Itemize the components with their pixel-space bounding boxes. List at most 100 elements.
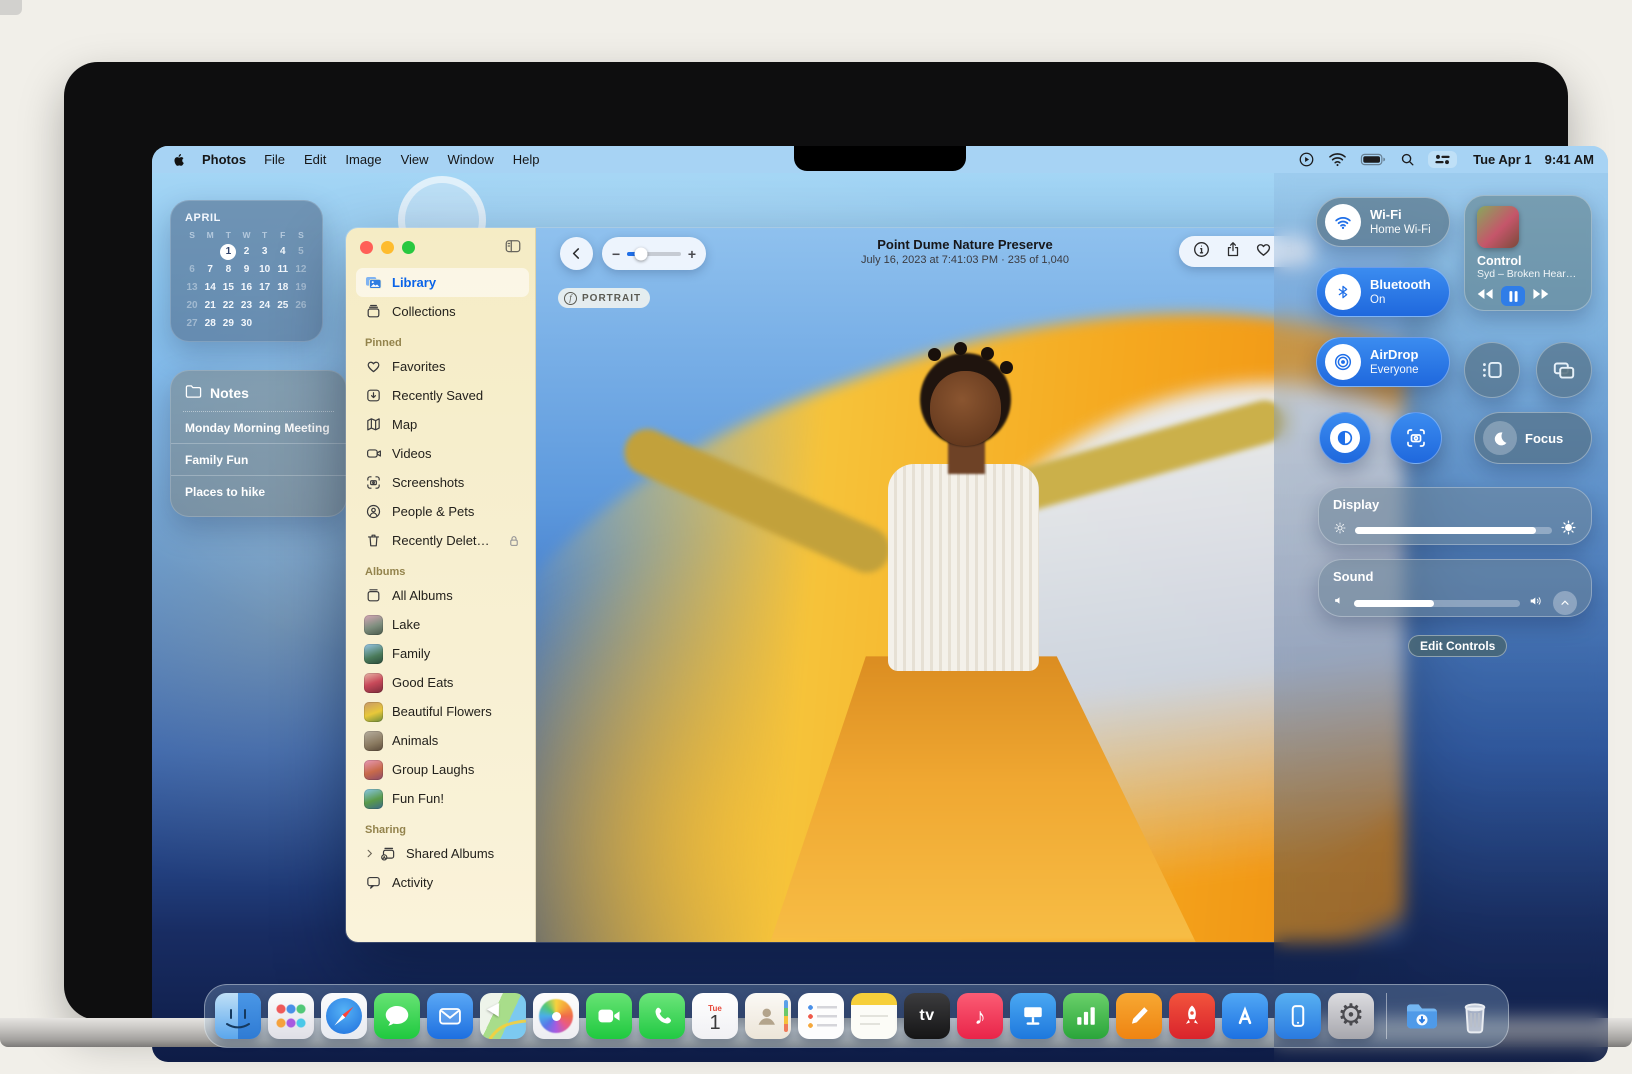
dock-phone[interactable] xyxy=(639,993,685,1039)
edit-controls-button[interactable]: Edit Controls xyxy=(1408,635,1507,657)
calendar-day-19[interactable]: 19 xyxy=(292,279,310,296)
focus-control[interactable]: Focus xyxy=(1474,412,1592,464)
dock-launchpad[interactable] xyxy=(268,993,314,1039)
sidebar-item-people-pets[interactable]: People & Pets xyxy=(356,497,529,526)
calendar-day-12[interactable]: 12 xyxy=(292,261,310,278)
dock-messages[interactable] xyxy=(374,993,420,1039)
sidebar-item-library[interactable]: Library xyxy=(356,268,529,297)
menu-file[interactable]: File xyxy=(264,152,285,167)
stage-manager-button[interactable] xyxy=(1464,342,1520,398)
sound-volume-slider[interactable] xyxy=(1354,600,1520,607)
dock-rocket[interactable] xyxy=(1169,993,1215,1039)
calendar-day-11[interactable]: 11 xyxy=(274,261,292,278)
dock-app-store[interactable] xyxy=(1222,993,1268,1039)
airdrop-control[interactable]: AirDrop Everyone xyxy=(1316,337,1450,387)
menu-help[interactable]: Help xyxy=(513,152,540,167)
calendar-day-26[interactable]: 26 xyxy=(292,297,310,314)
accessibility-button[interactable] xyxy=(1319,412,1371,464)
menu-bar-date[interactable]: Tue Apr 1 xyxy=(1473,152,1532,167)
calendar-day-7[interactable]: 7 xyxy=(201,261,219,278)
active-app-name[interactable]: Photos xyxy=(202,152,246,167)
back-button[interactable] xyxy=(560,237,593,270)
menu-window[interactable]: Window xyxy=(448,152,494,167)
dock-maps[interactable] xyxy=(480,993,526,1039)
note-item-places-to-hike[interactable]: Places to hike xyxy=(171,475,346,507)
dock-trash[interactable] xyxy=(1452,993,1498,1039)
sidebar-item-collections[interactable]: Collections xyxy=(356,297,529,326)
menu-view[interactable]: View xyxy=(401,152,429,167)
favorite-heart-icon[interactable] xyxy=(1254,240,1273,264)
menu-bar-clock[interactable]: 9:41 AM xyxy=(1545,152,1594,167)
calendar-day-6[interactable]: 6 xyxy=(183,261,201,278)
sidebar-toggle-icon[interactable] xyxy=(503,237,523,260)
calendar-day-28[interactable]: 28 xyxy=(201,315,219,332)
screen-mirroring-button[interactable] xyxy=(1536,342,1592,398)
notes-widget[interactable]: Notes Monday Morning MeetingFamily FunPl… xyxy=(170,370,347,517)
display-panel[interactable]: Display xyxy=(1318,487,1592,545)
sidebar-item-videos[interactable]: Videos xyxy=(356,439,529,468)
zoom-window-button[interactable] xyxy=(402,241,415,254)
pause-button[interactable] xyxy=(1501,286,1525,306)
calendar-day-3[interactable]: 3 xyxy=(256,243,274,260)
calendar-day-5[interactable]: 5 xyxy=(292,243,310,260)
sidebar-item-beautiful-flowers[interactable]: Beautiful Flowers xyxy=(356,697,529,726)
sidebar-item-fun-fun[interactable]: Fun Fun! xyxy=(356,784,529,813)
sidebar-item-recently-delet[interactable]: Recently Delet… xyxy=(356,526,529,555)
note-item-monday-morning-meeting[interactable]: Monday Morning Meeting xyxy=(171,412,346,443)
dock-photos[interactable] xyxy=(533,993,579,1039)
sound-panel[interactable]: Sound xyxy=(1318,559,1592,617)
dock-reminders[interactable] xyxy=(798,993,844,1039)
calendar-day-14[interactable]: 14 xyxy=(201,279,219,296)
rewind-icon[interactable] xyxy=(1477,287,1494,305)
sidebar-item-recently-saved[interactable]: Recently Saved xyxy=(356,381,529,410)
now-playing-widget[interactable]: Control Syd – Broken Heart… xyxy=(1464,195,1592,311)
dock-calendar[interactable]: Tue1 xyxy=(692,993,738,1039)
share-icon[interactable] xyxy=(1224,240,1242,264)
sidebar-item-good-eats[interactable]: Good Eats xyxy=(356,668,529,697)
sidebar-item-screenshots[interactable]: Screenshots xyxy=(356,468,529,497)
calendar-day-15[interactable]: 15 xyxy=(219,279,237,296)
close-window-button[interactable] xyxy=(360,241,373,254)
calendar-day-30[interactable]: 30 xyxy=(237,315,255,332)
calendar-widget[interactable]: APRIL SMTWTFS123456789101112131415161718… xyxy=(170,200,323,342)
sound-output-button[interactable] xyxy=(1553,591,1577,615)
dock-facetime[interactable] xyxy=(586,993,632,1039)
calendar-day-8[interactable]: 8 xyxy=(219,261,237,278)
sidebar-item-group-laughs[interactable]: Group Laughs xyxy=(356,755,529,784)
dock-tv[interactable]: tv xyxy=(904,993,950,1039)
menu-image[interactable]: Image xyxy=(345,152,381,167)
dock-finder[interactable] xyxy=(215,993,261,1039)
sidebar-item-favorites[interactable]: Favorites xyxy=(356,352,529,381)
calendar-day-29[interactable]: 29 xyxy=(219,315,237,332)
chevron-right-icon[interactable] xyxy=(364,848,375,859)
calendar-day-16[interactable]: 16 xyxy=(237,279,255,296)
sidebar-item-family[interactable]: Family xyxy=(356,639,529,668)
wifi-status-icon[interactable] xyxy=(1328,152,1347,167)
calendar-day-13[interactable]: 13 xyxy=(183,279,201,296)
sidebar-item-map[interactable]: Map xyxy=(356,410,529,439)
calendar-day-20[interactable]: 20 xyxy=(183,297,201,314)
zoom-slider-knob[interactable] xyxy=(634,247,647,260)
sidebar-item-lake[interactable]: Lake xyxy=(356,610,529,639)
dock-contacts[interactable] xyxy=(745,993,791,1039)
dock-notes[interactable] xyxy=(851,993,897,1039)
zoom-slider[interactable]: − + xyxy=(602,237,706,270)
sidebar-item-all-albums[interactable]: All Albums xyxy=(356,581,529,610)
apple-menu-icon[interactable] xyxy=(170,152,184,168)
calendar-day-9[interactable]: 9 xyxy=(237,261,255,278)
sidebar-item-animals[interactable]: Animals xyxy=(356,726,529,755)
search-icon[interactable] xyxy=(1400,152,1415,167)
dock-numbers[interactable] xyxy=(1063,993,1109,1039)
menu-edit[interactable]: Edit xyxy=(304,152,326,167)
calendar-day-2[interactable]: 2 xyxy=(237,243,255,260)
dock-safari[interactable] xyxy=(321,993,367,1039)
zoom-slider-track[interactable] xyxy=(627,252,681,256)
dock-mail[interactable] xyxy=(427,993,473,1039)
dock-music[interactable]: ♪ xyxy=(957,993,1003,1039)
battery-icon[interactable] xyxy=(1360,153,1387,166)
calendar-day-10[interactable]: 10 xyxy=(256,261,274,278)
calendar-day-4[interactable]: 4 xyxy=(274,243,292,260)
wifi-control[interactable]: Wi-Fi Home Wi-Fi xyxy=(1316,197,1450,247)
calendar-day-24[interactable]: 24 xyxy=(256,297,274,314)
calendar-day-1[interactable]: 1 xyxy=(219,243,237,260)
